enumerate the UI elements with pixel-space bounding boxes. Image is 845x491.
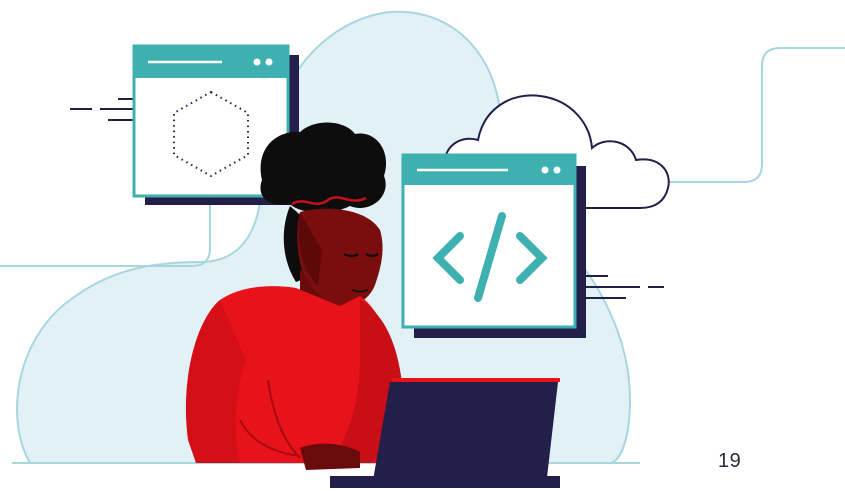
left-connector-line: [0, 196, 211, 267]
right-connector-line: [668, 47, 845, 183]
page-number: 19: [718, 450, 742, 472]
browser-window-code: [401, 153, 586, 338]
hair-bun: [260, 122, 387, 213]
illustration: [0, 10, 845, 488]
slide-page: 19: [0, 0, 845, 491]
